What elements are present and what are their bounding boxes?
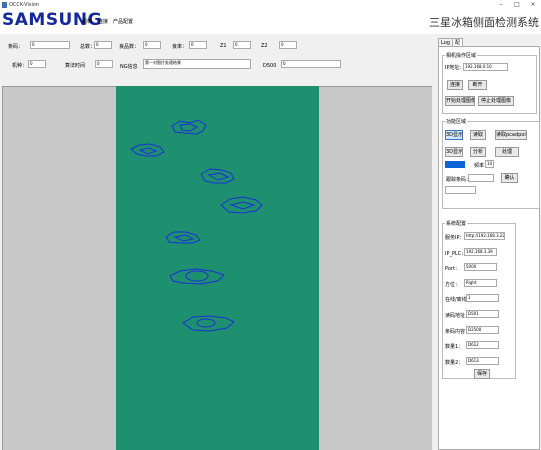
system-config-title: 系统配置 — [445, 220, 468, 227]
app-window: OCCK-Vision – □ × SAMSUNG 图档 连接 产品配置 三星冰… — [0, 0, 541, 450]
ng-info-field[interactable]: 第一对图片处理结果 — [143, 59, 251, 69]
maximize-button[interactable]: □ — [510, 1, 524, 9]
server-ip-label: 服务IP： — [445, 235, 465, 241]
function-group: 功能区域 3D显示 读取 读取pcadpoint 3D显示 分析 处理 频率： … — [442, 118, 540, 209]
online-field[interactable]: 1 — [466, 294, 499, 302]
menu-product-config[interactable]: 产品配置 — [113, 18, 133, 25]
system-title: 三星冰箱侧面检测系统 — [429, 16, 539, 29]
d500-label: D500 — [263, 63, 277, 69]
ip-label: IP地址： — [445, 65, 465, 71]
save-button[interactable]: 保存 — [474, 369, 490, 379]
z1-field[interactable]: 0 — [233, 41, 251, 49]
algo-time-label: 算法时间 — [65, 63, 86, 69]
tab-config[interactable]: 配置 — [452, 38, 464, 54]
disconnect-button[interactable]: 断开 — [468, 80, 487, 90]
z2-label: Z2 — [261, 43, 268, 49]
good-count-field[interactable]: 0 — [143, 41, 161, 49]
show-3d-button-2[interactable]: 3D显示 — [445, 147, 463, 157]
read-button[interactable]: 读取 — [470, 130, 486, 140]
function-group-title: 功能区域 — [445, 118, 468, 125]
count2-field[interactable]: D613 — [466, 357, 499, 365]
minimize-button[interactable]: – — [494, 1, 508, 9]
count2-label: 数量2： — [445, 360, 464, 366]
z1-label: Z1 — [220, 43, 227, 49]
algo-time-field[interactable]: 0 — [95, 60, 113, 68]
stop-capture-button[interactable]: 停止处理图像 — [478, 96, 514, 106]
barcode-content-field[interactable]: D2500 — [466, 326, 499, 334]
tracking-field[interactable] — [468, 174, 494, 182]
tracking-field-2[interactable] — [445, 186, 476, 194]
ip-field[interactable]: 192.168.0.10 — [463, 63, 508, 71]
tab-log[interactable]: Log — [438, 38, 453, 46]
close-button[interactable]: × — [526, 1, 540, 9]
total-label: 总数： — [80, 44, 96, 50]
server-ip-field[interactable]: http://192.168.3.22 — [464, 232, 505, 240]
model-field[interactable]: 0 — [28, 60, 46, 68]
menu-connect[interactable]: 连接 — [98, 18, 108, 25]
connect-button[interactable]: 连接 — [447, 80, 463, 90]
read-pointcloud-button[interactable]: 读取pcadpoint — [495, 130, 527, 140]
orientation-field[interactable]: Right — [464, 279, 497, 287]
right-panel: Log 配置 相机操作区域 IP地址： 192.168.0.10 连接 断开 开… — [436, 34, 541, 450]
mode-select[interactable] — [445, 161, 465, 168]
camera-group: 相机操作区域 IP地址： 192.168.0.10 连接 断开 开始处理图像 停… — [442, 52, 537, 114]
plc-ip-field[interactable]: 192.168.3.39 — [464, 248, 497, 256]
config-tab-body: 相机操作区域 IP地址： 192.168.0.10 连接 断开 开始处理图像 停… — [438, 46, 540, 450]
show-3d-button[interactable]: 3D显示 — [445, 130, 463, 140]
barcode-field[interactable]: 0 — [30, 41, 70, 49]
system-config-group: 系统配置 服务IP： http://192.168.3.22 IP_PLC： 1… — [442, 220, 516, 379]
yield-field[interactable]: 0 — [189, 41, 207, 49]
analyze-button[interactable]: 分析 — [470, 147, 486, 157]
ng-info-label: NG信息 — [120, 64, 138, 70]
d500-field[interactable]: 0 — [281, 60, 341, 68]
orientation-label: 方位： — [445, 282, 461, 288]
start-capture-button[interactable]: 开始处理图像 — [445, 96, 475, 106]
menu-file[interactable]: 图档 — [82, 18, 92, 25]
camera-group-title: 相机操作区域 — [445, 52, 478, 59]
inspection-image — [116, 86, 319, 450]
frequency-field[interactable]: 10 — [485, 160, 494, 168]
info-fields: 条码： 0 总数： 0 良品数： 0 良率： 0 Z1 0 Z2 0 机种： 0… — [0, 34, 436, 86]
port-label: Port： — [445, 266, 460, 272]
total-field[interactable]: 0 — [94, 41, 112, 49]
port-field[interactable]: 5000 — [464, 263, 497, 271]
header: SAMSUNG 图档 连接 产品配置 三星冰箱侧面检测系统 — [0, 10, 541, 34]
count1-field[interactable]: D612 — [466, 341, 499, 349]
process-button[interactable]: 处理 — [495, 147, 519, 157]
model-label: 机种： — [12, 63, 28, 69]
count1-label: 数量1： — [445, 344, 464, 350]
yield-label: 良率： — [172, 44, 188, 50]
barcode-label: 条码： — [8, 44, 24, 50]
z2-field[interactable]: 0 — [279, 41, 297, 49]
confirm-button[interactable]: 确认 — [501, 173, 518, 183]
read-address-field[interactable]: D501 — [466, 310, 499, 318]
good-count-label: 良品数： — [119, 44, 140, 50]
